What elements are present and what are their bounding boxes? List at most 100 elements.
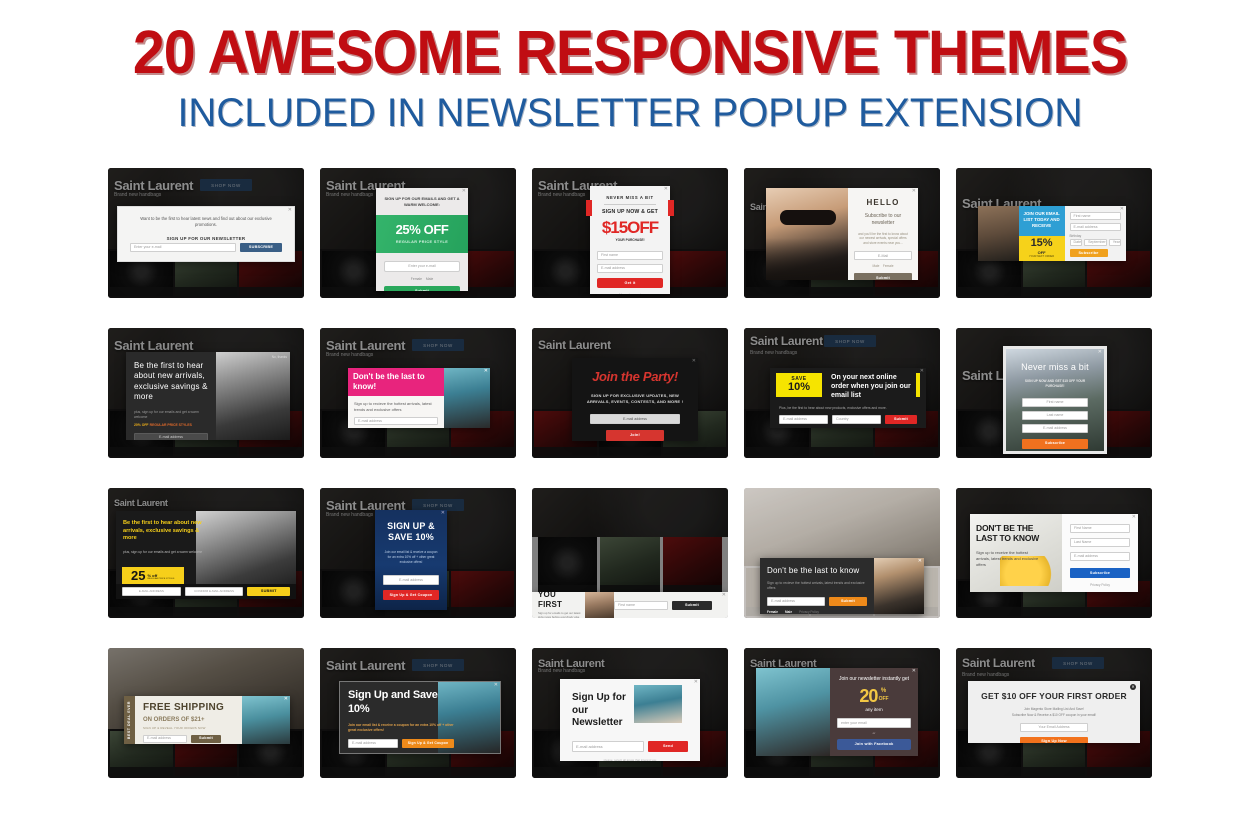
close-icon[interactable]: ✕ <box>692 359 696 364</box>
theme-thumbnail-19[interactable]: Saint Laurent ✕ Join our newsletter inst… <box>744 648 940 778</box>
email-input[interactable]: enter your email <box>837 718 911 729</box>
theme-thumbnail-11[interactable]: Saint Laurent Be the first to hear about… <box>108 488 304 618</box>
email-input[interactable]: E-mail address <box>134 433 208 440</box>
close-icon[interactable]: ✕ <box>694 680 698 685</box>
first-name-input[interactable]: First name <box>597 251 663 260</box>
close-icon[interactable]: ✕ <box>912 669 916 674</box>
privacy-policy-link[interactable]: Privacy Policy <box>799 610 819 614</box>
theme-thumbnail-8[interactable]: Saint Laurent ✕ Join the Party! SIGN UP … <box>532 328 728 458</box>
theme-thumbnail-5[interactable]: Saint Laurent JOIN OUR EMAIL LIST TODAY … <box>956 168 1152 298</box>
popup-3[interactable]: ✕ NEVER MISS A BIT SIGN UP NOW & GET $15… <box>590 186 670 294</box>
submit-button[interactable]: Submit <box>672 600 712 610</box>
email-input[interactable]: E-mail address <box>143 734 187 743</box>
email-input[interactable]: E-mail address <box>1070 552 1130 561</box>
email-input[interactable]: Enter your e-mail <box>384 260 460 272</box>
theme-thumbnail-15[interactable]: DON'T BE THE LAST TO KNOW Sign up to rec… <box>956 488 1152 618</box>
popup-5[interactable]: JOIN OUR EMAIL LIST TODAY AND RECEIVE 15… <box>978 206 1126 261</box>
close-icon[interactable]: ✕ <box>664 187 668 192</box>
submit-button[interactable]: Submit <box>829 597 867 607</box>
close-icon[interactable]: ✕ <box>918 559 922 564</box>
first-name-input[interactable]: First name <box>1069 212 1121 220</box>
theme-thumbnail-20[interactable]: Saint Laurent Brand new handbags SHOP NO… <box>956 648 1152 778</box>
no-thanks-link[interactable]: No, thanks <box>272 355 287 359</box>
radio-male[interactable]: Male <box>785 610 792 614</box>
close-icon[interactable]: ✕ <box>1130 684 1136 690</box>
close-icon[interactable]: ✕ <box>912 189 916 194</box>
theme-thumbnail-13[interactable]: YOU FIRST Sign up for emails to get our … <box>532 488 728 618</box>
email-input[interactable]: E-mail address <box>590 414 680 425</box>
popup-12[interactable]: ✕ SIGN UP & SAVE 10% Join our email list… <box>375 510 447 610</box>
popup-16[interactable]: BEST DEAL EVER FREE SHIPPING ON ORDERS O… <box>124 696 290 744</box>
close-icon[interactable]: ✕ <box>1132 515 1136 520</box>
get-coupon-button[interactable]: Sign Up & Get Coupon <box>383 589 439 600</box>
popup-1[interactable]: ✕ Want to be the first to hear latest ne… <box>117 206 295 262</box>
email-input[interactable]: E-mail address <box>767 597 825 607</box>
popup-17[interactable]: ✕ Sign Up and Save 10% Join our email li… <box>339 681 501 754</box>
join-button[interactable]: Join! <box>606 430 664 441</box>
submit-button[interactable]: Submit <box>191 734 221 743</box>
last-name-input[interactable]: Last name <box>1022 410 1088 420</box>
popup-18[interactable]: ✕ Sign Up for our Newsletter E-mail addr… <box>560 679 700 761</box>
popup-8[interactable]: ✕ Join the Party! SIGN UP FOR EXCLUSIVE … <box>572 358 698 441</box>
gender-radio-group[interactable]: Female Male <box>376 277 468 281</box>
subscribe-button[interactable]: SUBSCRIBE <box>240 243 282 252</box>
popup-19[interactable]: ✕ Join our newsletter instantly get 20 %… <box>756 668 918 756</box>
theme-thumbnail-17[interactable]: Saint Laurent SHOP NOW ✕ Sign Up and Sav… <box>320 648 516 778</box>
close-icon[interactable]: ✕ <box>484 369 488 374</box>
theme-thumbnail-10[interactable]: Saint Laurent ✕ Never miss a bit SIGN UP… <box>956 328 1152 458</box>
close-icon[interactable]: ✕ <box>462 189 466 194</box>
gender-radio-group[interactable]: Male Female <box>854 264 912 268</box>
confirm-email-input[interactable]: CONFIRM E-MAIL ADDRESS <box>184 587 244 596</box>
theme-thumbnail-1[interactable]: Saint Laurent Brand new handbags SHOP NO… <box>108 168 304 298</box>
theme-thumbnail-12[interactable]: Saint Laurent Brand new handbags SHOP NO… <box>320 488 516 618</box>
subscribe-button[interactable]: Subscribe <box>1022 438 1088 449</box>
email-input[interactable]: E-MAIL ADDRESS <box>122 587 181 596</box>
theme-thumbnail-4[interactable]: Saint Laurent ✕ HELLO Subscribe to our n… <box>744 168 940 298</box>
theme-thumbnail-2[interactable]: Saint Laurent Brand new handbags ✕ SIGN … <box>320 168 516 298</box>
radio-female[interactable]: Female <box>411 277 422 281</box>
subscribe-button[interactable]: Subscribe <box>1070 568 1130 578</box>
email-input[interactable]: E-mail address <box>572 740 644 752</box>
facebook-join-button[interactable]: Join with Facebook <box>837 738 911 750</box>
popup-7[interactable]: Don't be the last to know! Sign up to re… <box>348 368 490 428</box>
email-input[interactable]: E-mail address <box>597 264 663 273</box>
close-icon[interactable]: ✕ <box>1098 350 1102 355</box>
privacy-policy-link[interactable]: Privacy Policy <box>770 424 926 429</box>
radio-female[interactable]: Female <box>883 264 894 268</box>
first-name-input[interactable]: First name <box>1022 397 1088 407</box>
first-name-input[interactable]: First Name <box>1070 524 1130 533</box>
privacy-policy-link[interactable]: Privacy Policy <box>1070 583 1130 587</box>
submit-button[interactable]: SUBMIT <box>247 587 291 596</box>
popup-6[interactable]: Be the first to hear about new arrivals,… <box>126 352 290 440</box>
radio-male[interactable]: Male <box>426 277 433 281</box>
first-name-input[interactable]: First name <box>614 600 668 610</box>
email-input[interactable]: Enter your e-mail <box>130 243 236 252</box>
close-icon[interactable]: ✕ <box>494 683 498 688</box>
popup-11[interactable]: Be the first to hear about new arrivals,… <box>116 511 296 599</box>
theme-thumbnail-6[interactable]: Saint Laurent Be the first to hear about… <box>108 328 304 458</box>
radio-female[interactable]: Female <box>767 610 778 614</box>
popup-2[interactable]: ✕ SIGN UP FOR OUR EMAILS AND GET A WARM … <box>376 188 468 291</box>
theme-thumbnail-18[interactable]: Saint Laurent Brand new handbags ✕ Sign … <box>532 648 728 778</box>
theme-thumbnail-9[interactable]: Saint Laurent Brand new handbags SHOP NO… <box>744 328 940 458</box>
close-icon[interactable]: ✕ <box>1120 207 1124 212</box>
popup-9[interactable]: ✕ SAVE 10% On your next online order whe… <box>770 368 926 428</box>
email-input[interactable]: E-Mail <box>854 251 912 261</box>
submit-button[interactable]: Submit <box>384 286 460 291</box>
email-input[interactable]: E-mail address <box>779 414 828 424</box>
theme-thumbnail-3[interactable]: Saint Laurent Brand new handbags ✕ NEVER… <box>532 168 728 298</box>
close-icon[interactable]: ✕ <box>722 593 726 598</box>
close-icon[interactable]: ✕ <box>284 697 288 702</box>
popup-13[interactable]: YOU FIRST Sign up for emails to get our … <box>532 592 728 618</box>
close-icon[interactable]: ✕ <box>288 208 292 213</box>
theme-thumbnail-7[interactable]: Saint Laurent Brand new handbags SHOP NO… <box>320 328 516 458</box>
email-input[interactable]: Your Email Address <box>1020 722 1088 732</box>
last-name-input[interactable]: Last Name <box>1070 538 1130 547</box>
email-input[interactable]: E-mail address <box>383 574 439 585</box>
close-icon[interactable]: ✕ <box>920 369 924 374</box>
popup-14[interactable]: Don't be the last to know Sign up to rec… <box>760 558 924 614</box>
subscribe-button[interactable]: Subscribe <box>1069 249 1108 257</box>
email-input[interactable]: E-mail address <box>354 417 438 425</box>
close-icon[interactable]: ✕ <box>441 511 445 516</box>
email-input[interactable]: E-mail address <box>1022 423 1088 433</box>
